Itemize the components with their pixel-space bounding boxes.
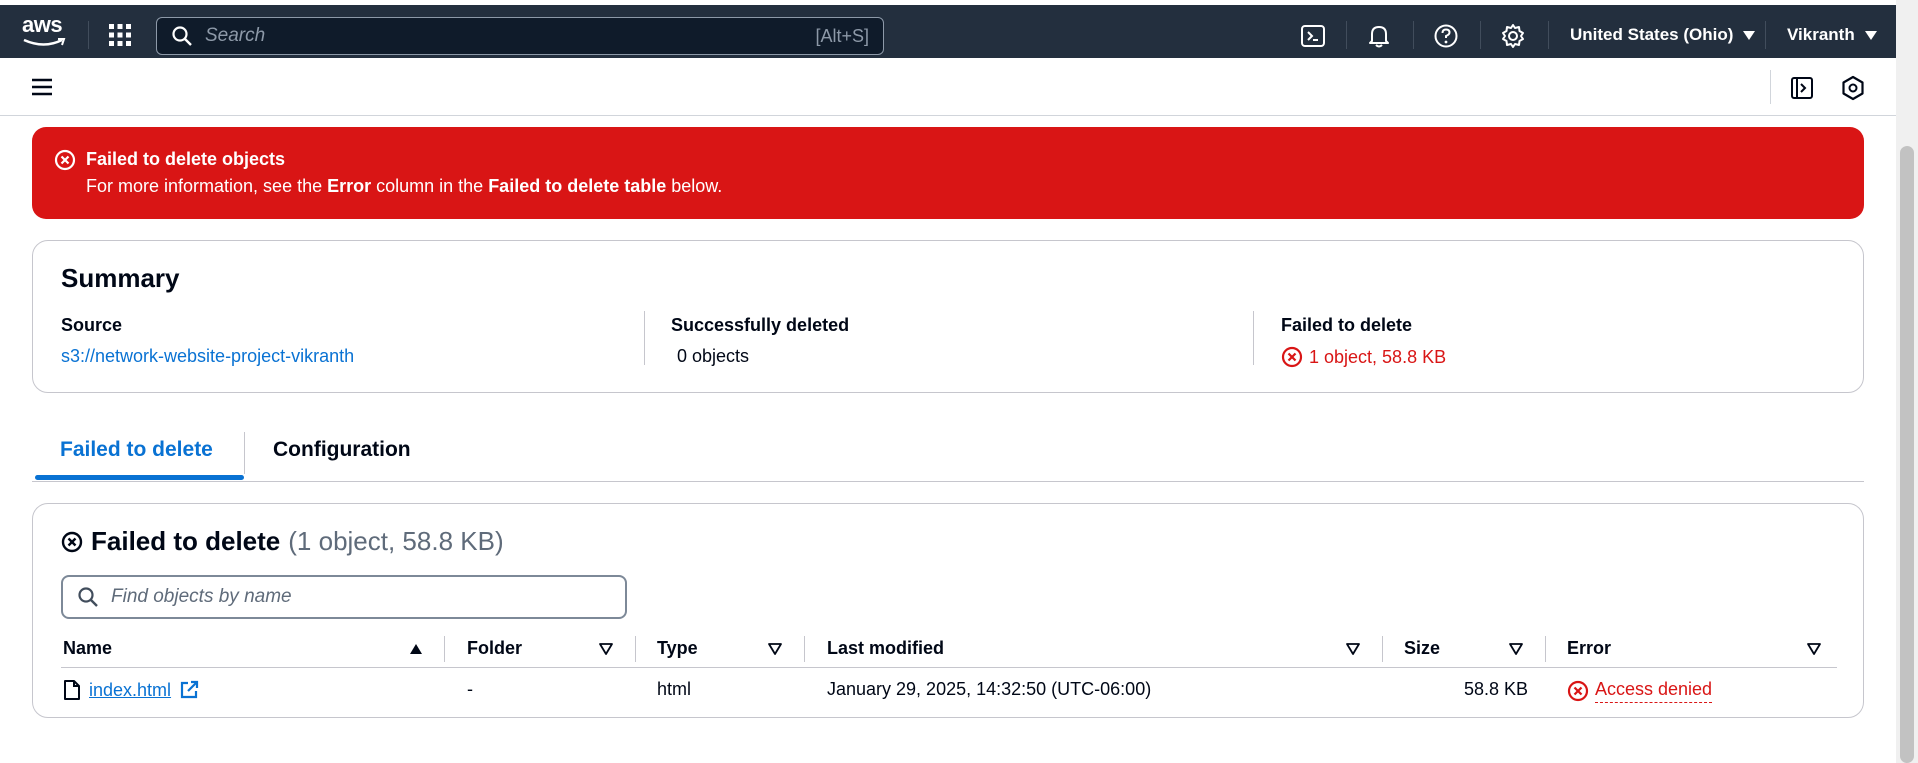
tab-failed-to-delete[interactable]: Failed to delete: [60, 438, 213, 462]
side-panel-icon[interactable]: [1789, 75, 1815, 101]
toolbar-separator: [1770, 70, 1771, 104]
aws-smile-icon: [23, 38, 66, 46]
nav-separator: [1548, 21, 1549, 49]
table-cell-last-modified: January 29, 2025, 14:32:50 (UTC-06:00): [827, 679, 1152, 699]
search-input[interactable]: Search [Alt+S]: [156, 17, 884, 55]
sort-icon[interactable]: [767, 642, 783, 656]
tab-bar: Failed to delete Configuration: [32, 428, 1864, 482]
summary-failed: Failed to delete 1 object, 58.8 KB: [1281, 315, 1446, 368]
find-objects-input[interactable]: Find objects by name: [61, 575, 627, 619]
search-shortcut: [Alt+S]: [815, 25, 869, 46]
failed-table-container: Failed to delete (1 object, 58.8 KB) Fin…: [32, 503, 1864, 718]
table-cell-type: html: [657, 679, 692, 699]
external-link-icon[interactable]: [179, 680, 199, 700]
column-header-size[interactable]: Size: [1404, 638, 1440, 659]
top-nav: aws Search [Alt+S] United States (Ohio) …: [0, 0, 1896, 58]
failed-table-header: Failed to delete (1 object, 58.8 KB): [61, 526, 504, 557]
help-icon[interactable]: [1433, 23, 1459, 49]
summary-container: Summary Source s3://network-website-proj…: [32, 240, 1864, 393]
find-placeholder: Find objects by name: [111, 586, 292, 607]
column-separator[interactable]: [804, 636, 805, 662]
alert-title: Failed to delete objects: [86, 149, 286, 169]
column-header-type[interactable]: Type: [657, 638, 698, 659]
nav-separator: [1346, 21, 1347, 49]
nav-separator: [1480, 21, 1481, 49]
bell-icon[interactable]: [1366, 23, 1392, 49]
table-cell-folder: -: [467, 679, 473, 699]
column-separator[interactable]: [635, 636, 636, 662]
summary-divider: [1253, 311, 1254, 365]
search-icon: [172, 26, 192, 46]
caret-down-icon: [1864, 30, 1877, 40]
search-placeholder: Search: [205, 25, 266, 46]
caret-down-icon: [1743, 30, 1756, 40]
source-label: Source: [61, 315, 123, 335]
nav-separator: [88, 21, 89, 49]
error-alert: Failed to delete objects For more inform…: [32, 127, 1864, 219]
hexagon-settings-icon[interactable]: [1840, 75, 1866, 101]
failed-value-text: 1 object, 58.8 KB: [1309, 346, 1447, 367]
error-circle-icon: [1281, 346, 1303, 368]
sort-icon[interactable]: [1508, 642, 1524, 656]
region-label: United States (Ohio): [1570, 25, 1734, 44]
active-tab-indicator: [35, 475, 244, 480]
table-header-divider: [61, 667, 1837, 668]
alert-body-text: column in the: [371, 176, 489, 196]
column-separator[interactable]: [444, 636, 445, 662]
alert-body-bold: Error: [327, 176, 372, 196]
success-label: Successfully deleted: [671, 315, 850, 335]
aws-logo-text: aws: [22, 12, 63, 37]
sort-icon[interactable]: [1806, 642, 1822, 656]
hamburger-icon[interactable]: [30, 76, 54, 98]
failed-table-title: Failed to delete: [91, 526, 281, 556]
error-circle-icon: [54, 149, 76, 171]
table-row-name-cell: index.html: [63, 679, 199, 701]
column-header-folder[interactable]: Folder: [467, 638, 522, 659]
sort-icon[interactable]: [1345, 642, 1361, 656]
column-header-name[interactable]: Name: [63, 638, 112, 659]
tab-configuration[interactable]: Configuration: [273, 438, 411, 462]
failed-value: 1 object, 58.8 KB: [1281, 346, 1446, 368]
summary-success: Successfully deleted 0 objects: [671, 315, 849, 367]
region-selector[interactable]: United States (Ohio): [1570, 25, 1756, 45]
error-circle-icon: [61, 531, 83, 552]
alert-body-bold: Failed to delete table: [488, 176, 667, 196]
secondary-toolbar: [0, 58, 1896, 116]
table-cell-size: 58.8 KB: [1463, 679, 1528, 699]
user-name: Vikranth: [1787, 25, 1855, 44]
nav-separator: [1413, 21, 1414, 49]
table-cell-error: Access denied: [1567, 679, 1713, 703]
column-separator[interactable]: [1382, 636, 1383, 662]
failed-label: Failed to delete: [1281, 315, 1413, 335]
user-menu[interactable]: Vikranth: [1787, 25, 1877, 45]
source-link[interactable]: s3://network-website-project-vikranth: [61, 346, 354, 367]
cloudshell-icon[interactable]: [1300, 23, 1326, 49]
file-icon: [64, 680, 80, 700]
scrollbar-thumb[interactable]: [1900, 146, 1914, 763]
summary-divider: [644, 311, 645, 365]
column-header-last-modified[interactable]: Last modified: [827, 638, 944, 659]
alert-body-text: For more information, see the: [86, 176, 328, 196]
success-value: 0 objects: [677, 346, 750, 366]
sort-ascending-icon[interactable]: [408, 642, 424, 656]
summary-title: Summary: [61, 263, 180, 293]
error-circle-icon: [1567, 680, 1589, 702]
search-icon: [78, 587, 98, 607]
failed-table-count: (1 object, 58.8 KB): [288, 526, 504, 556]
sort-icon[interactable]: [598, 642, 614, 656]
column-separator[interactable]: [1545, 636, 1546, 662]
summary-source: Source s3://network-website-project-vikr…: [61, 315, 354, 367]
aws-logo[interactable]: aws: [22, 14, 70, 52]
nav-separator: [1765, 21, 1766, 49]
alert-body: For more information, see the Error colu…: [86, 176, 722, 197]
alert-body-text: below.: [666, 176, 723, 196]
error-detail-popover-trigger[interactable]: Access denied: [1595, 679, 1713, 703]
tab-separator: [244, 432, 245, 474]
grid-icon[interactable]: [108, 23, 132, 47]
gear-icon[interactable]: [1500, 23, 1526, 49]
object-link[interactable]: index.html: [89, 680, 171, 701]
column-header-error[interactable]: Error: [1567, 638, 1611, 659]
